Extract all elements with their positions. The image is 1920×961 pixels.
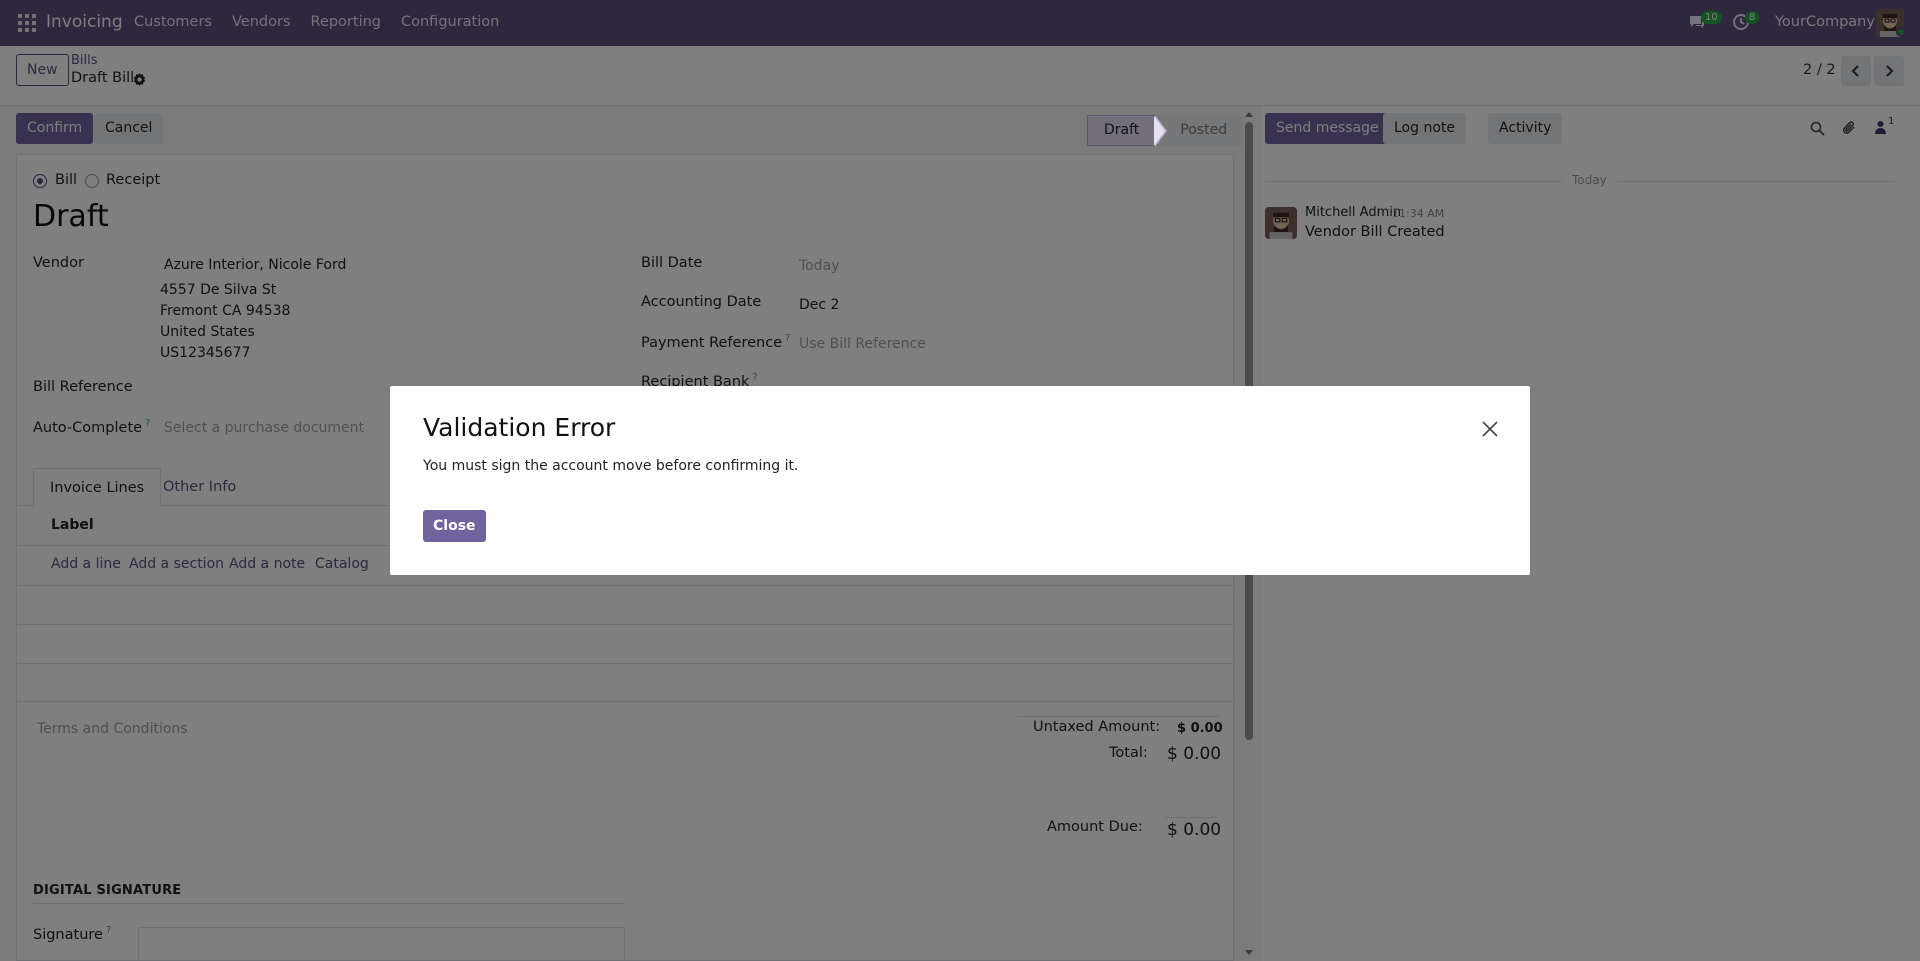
close-button[interactable]: Close bbox=[423, 510, 486, 542]
validation-error-dialog: Validation Error You must sign the accou… bbox=[390, 386, 1530, 575]
dialog-title: Validation Error bbox=[423, 413, 616, 442]
dialog-message: You must sign the account move before co… bbox=[423, 458, 799, 474]
close-icon[interactable] bbox=[1480, 419, 1500, 439]
